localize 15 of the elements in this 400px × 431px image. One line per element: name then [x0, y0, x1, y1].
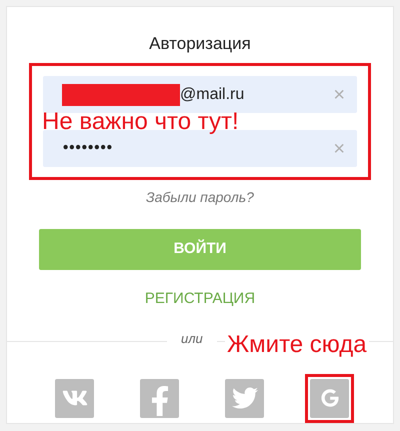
forgot-password-link[interactable]: Забыли пароль?: [146, 188, 254, 206]
clear-button[interactable]: ×: [333, 138, 345, 158]
google-icon: [320, 389, 338, 407]
register-link[interactable]: РЕГИСТРАЦИЯ: [144, 290, 256, 308]
email-field[interactable]: @mail.ru ×: [43, 76, 357, 113]
social-login-button[interactable]: [140, 378, 179, 418]
field-value: @mail.ru: [180, 84, 244, 104]
field-value: ••••••••: [63, 138, 114, 158]
social-login-button[interactable]: [225, 378, 264, 418]
clear-button[interactable]: ×: [333, 84, 345, 104]
login-button[interactable]: ВОЙТИ: [39, 229, 361, 270]
bird-icon: [232, 385, 258, 411]
divider-text: или: [181, 330, 203, 348]
social-login-button[interactable]: [55, 378, 94, 418]
form-title: Авторизация: [149, 34, 251, 54]
